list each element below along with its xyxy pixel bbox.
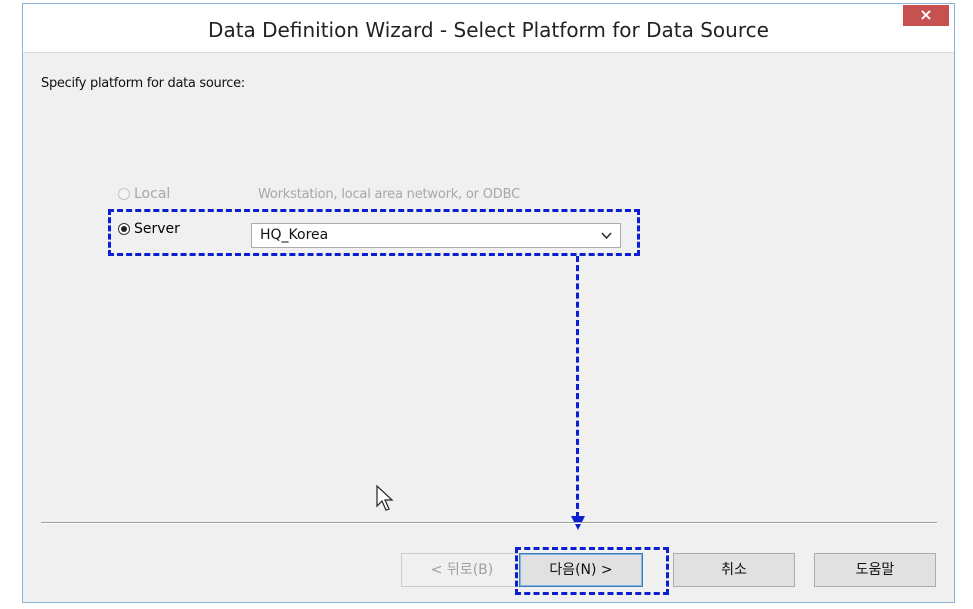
- local-description: Workstation, local area network, or ODBC: [258, 187, 520, 202]
- local-radio: [118, 188, 130, 200]
- help-button[interactable]: 도움말: [814, 553, 936, 587]
- instruction-label: Specify platform for data source:: [41, 76, 245, 91]
- back-button[interactable]: < 뒤로(B): [401, 553, 523, 587]
- mouse-cursor-icon: [375, 484, 395, 517]
- footer-divider: [41, 522, 937, 524]
- window-title: Data Definition Wizard - Select Platform…: [208, 18, 769, 42]
- local-label: Local: [134, 186, 171, 202]
- cancel-button[interactable]: 취소: [673, 553, 795, 587]
- title-bar: Data Definition Wizard - Select Platform…: [23, 4, 954, 53]
- next-highlight-box: [515, 547, 669, 595]
- annotation-connector-line: [576, 256, 579, 518]
- local-option: Local: [118, 186, 170, 202]
- page: Data Definition Wizard - Select Platform…: [0, 0, 973, 609]
- cursor-arrow-icon: [376, 484, 394, 511]
- close-button[interactable]: ×: [903, 5, 949, 26]
- wizard-dialog: Data Definition Wizard - Select Platform…: [22, 3, 955, 603]
- server-highlight-box: [108, 209, 640, 256]
